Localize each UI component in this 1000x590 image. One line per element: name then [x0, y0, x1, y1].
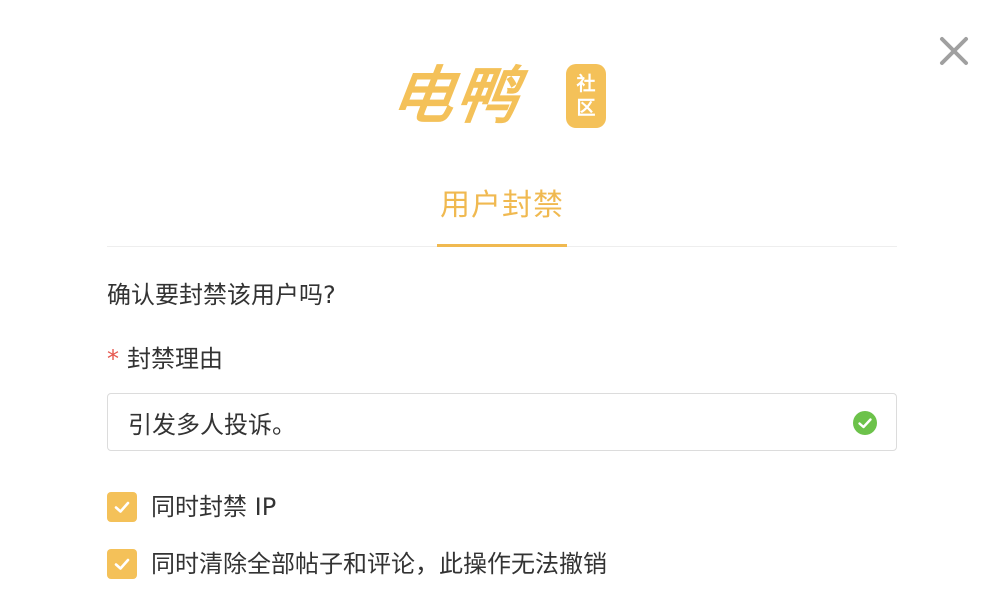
ban-ip-checkbox[interactable] [107, 492, 137, 522]
close-icon [940, 37, 968, 65]
check-icon [114, 558, 130, 570]
ban-reason-label: * 封禁理由 [107, 342, 223, 376]
clear-content-label: 同时清除全部帖子和评论，此操作无法撤销 [151, 550, 607, 578]
logo: 电鸭 社 区 [387, 59, 614, 132]
ban-reason-field [107, 393, 897, 451]
ban-ip-option[interactable]: 同时封禁 IP [107, 491, 276, 523]
tab-user-ban[interactable]: 用户封禁 [437, 180, 567, 247]
confirm-message: 确认要封禁该用户吗? [107, 281, 336, 309]
logo-badge-line1: 社 [576, 73, 596, 95]
ban-ip-label: 同时封禁 IP [151, 493, 277, 521]
tab-bar: 用户封禁 [107, 180, 897, 247]
check-icon [114, 501, 130, 513]
check-circle-icon [853, 411, 877, 435]
close-button[interactable] [937, 34, 971, 68]
logo-badge-line2: 区 [576, 97, 596, 119]
required-mark: * [107, 345, 119, 373]
ban-reason-label-text: 封禁理由 [127, 345, 223, 373]
ban-reason-input[interactable] [108, 394, 848, 450]
clear-content-option[interactable]: 同时清除全部帖子和评论，此操作无法撤销 [107, 548, 607, 580]
clear-content-checkbox[interactable] [107, 549, 137, 579]
logo-text: 电鸭 [386, 59, 526, 132]
logo-badge: 社 区 [566, 64, 606, 128]
